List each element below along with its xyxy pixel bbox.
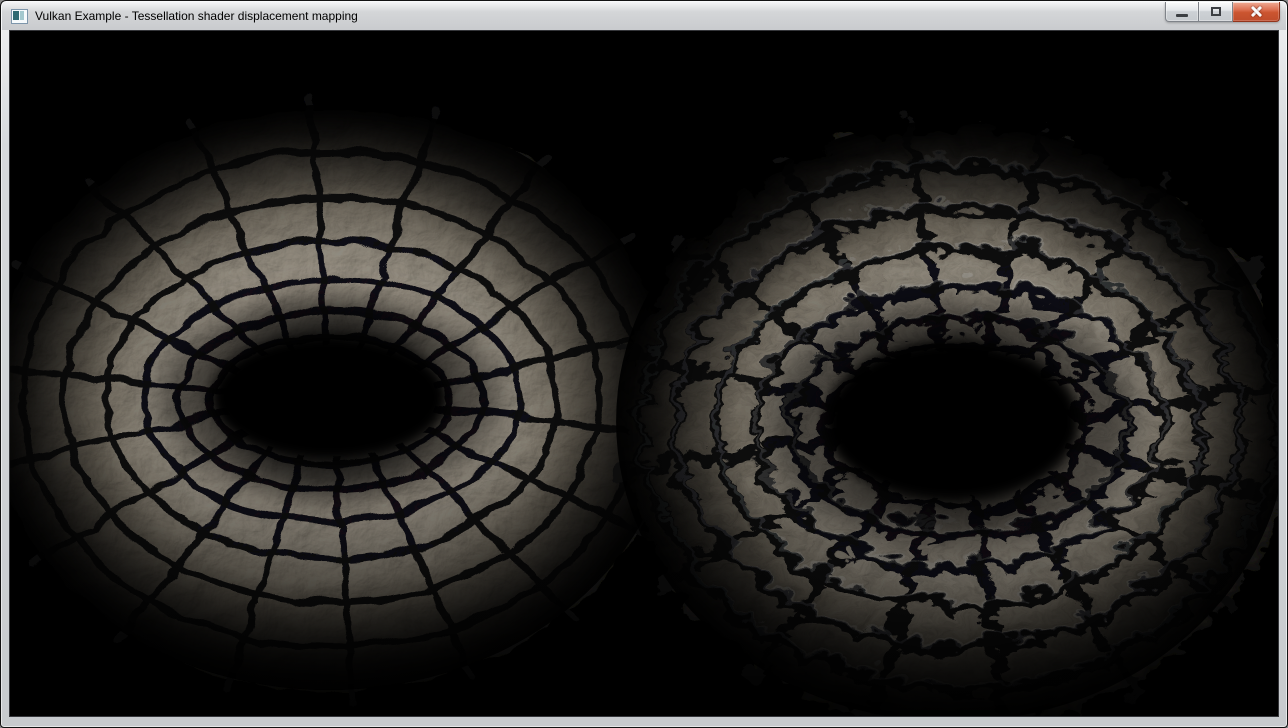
window-controls	[1165, 2, 1280, 22]
close-icon	[1249, 5, 1263, 18]
window-title: Vulkan Example - Tessellation shader dis…	[35, 2, 358, 30]
close-button[interactable]	[1233, 2, 1280, 22]
titlebar[interactable]: Vulkan Example - Tessellation shader dis…	[2, 2, 1286, 30]
render-viewport[interactable]	[9, 30, 1279, 717]
render-canvas	[10, 31, 1278, 716]
maximize-icon	[1211, 7, 1221, 16]
maximize-button[interactable]	[1199, 2, 1233, 22]
app-icon	[11, 9, 28, 24]
minimize-icon	[1176, 14, 1188, 17]
minimize-button[interactable]	[1165, 2, 1199, 22]
app-window: Vulkan Example - Tessellation shader dis…	[0, 0, 1288, 728]
